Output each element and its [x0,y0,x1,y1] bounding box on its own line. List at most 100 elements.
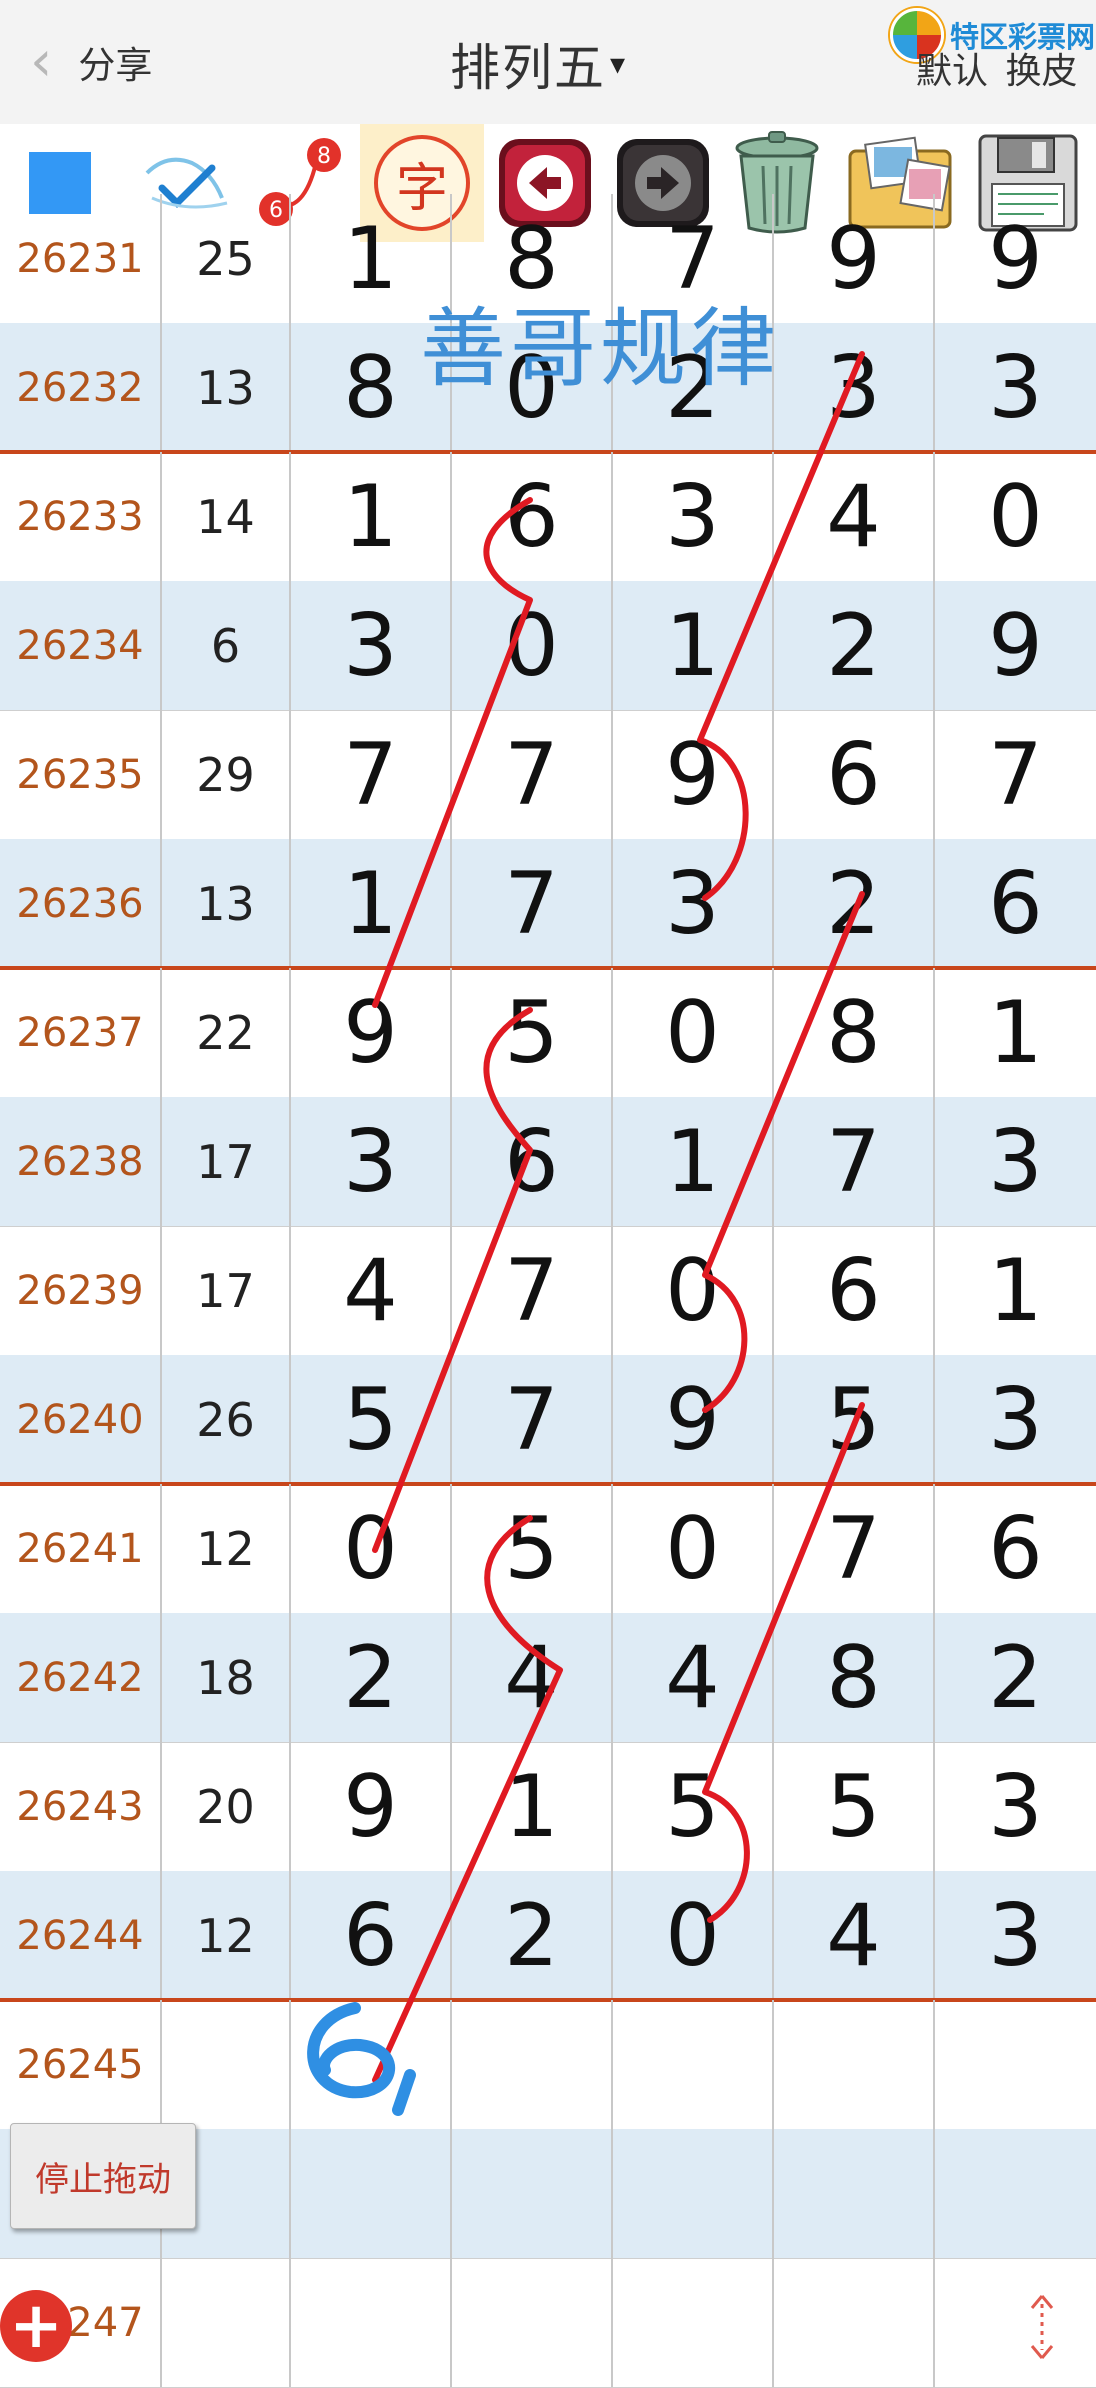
digit-cell[interactable]: 5 [291,1355,452,1484]
digit-cell[interactable]: 6 [935,839,1096,968]
digit-cell[interactable]: 3 [935,1742,1096,1871]
issue-number: 26240 [0,1355,162,1484]
digit-cell[interactable]: 9 [291,968,452,1097]
digit-cell[interactable] [613,2129,774,2258]
digit-cell[interactable]: 6 [774,710,935,839]
digit-cell[interactable]: 5 [452,1484,613,1613]
issue-number: 26237 [0,968,162,1097]
digit-cell[interactable]: 5 [613,1742,774,1871]
digit-cell[interactable]: 1 [935,968,1096,1097]
issue-number: 26241 [0,1484,162,1613]
digit-cell[interactable]: 1 [613,581,774,710]
digit-cell[interactable]: 4 [774,1871,935,2000]
plus-icon: + [9,2289,63,2363]
add-button[interactable]: + [0,2290,72,2362]
digit-cell[interactable]: 7 [452,1355,613,1484]
digit-cell[interactable]: 6 [935,1484,1096,1613]
digit-cell[interactable]: 2 [452,1871,613,2000]
digit-cell[interactable]: 3 [774,323,935,452]
sum-value: 6 [162,581,291,710]
share-back-button[interactable]: ‹ 分享 [30,30,190,94]
digit-cell[interactable]: 4 [613,1613,774,1742]
digit-cell[interactable] [291,2258,452,2387]
share-label: 分享 [78,44,153,87]
digit-cell[interactable]: 5 [774,1355,935,1484]
digit-cell[interactable]: 3 [291,581,452,710]
sum-value: 13 [162,839,291,968]
change-skin-button[interactable]: 换皮 [1005,51,1077,92]
digit-cell[interactable]: 7 [935,710,1096,839]
digit-cell[interactable]: 1 [452,1742,613,1871]
digit-cell[interactable]: 7 [774,1484,935,1613]
digit-cell[interactable]: 6 [452,1097,613,1226]
digit-cell[interactable]: 3 [613,839,774,968]
digit-cell[interactable]: 6 [774,1226,935,1355]
digit-cell[interactable] [935,2129,1096,2258]
table-row: 26243 20 9 1 5 5 3 [0,1742,1096,1871]
digit-cell[interactable] [935,2000,1096,2129]
digit-cell[interactable]: 6 [452,452,613,581]
digit-cell[interactable]: 7 [452,710,613,839]
table-row: 26234 6 3 0 1 2 9 [0,581,1096,710]
digit-cell[interactable]: 6 [291,1871,452,2000]
digit-cell[interactable]: 2 [774,839,935,968]
digit-cell[interactable] [774,2258,935,2387]
digit-cell[interactable]: 1 [291,452,452,581]
digit-cell[interactable]: 5 [774,1742,935,1871]
digit-cell[interactable] [613,2000,774,2129]
digit-cell[interactable]: 4 [291,1226,452,1355]
digit-cell[interactable]: 9 [774,194,935,323]
digit-cell[interactable]: 0 [935,452,1096,581]
digit-cell[interactable]: 1 [935,1226,1096,1355]
default-skin-button[interactable]: 默认 [916,51,988,92]
digit-cell[interactable] [774,2129,935,2258]
digit-cell[interactable]: 3 [613,452,774,581]
digit-cell[interactable]: 7 [291,710,452,839]
digit-cell[interactable]: 9 [291,1742,452,1871]
digit-cell[interactable]: 0 [291,1484,452,1613]
digit-cell[interactable]: 2 [774,581,935,710]
digit-cell[interactable] [774,2000,935,2129]
digit-cell[interactable]: 9 [613,710,774,839]
digit-cell[interactable]: 5 [452,968,613,1097]
digit-cell[interactable]: 8 [774,1613,935,1742]
table-row: 26241 12 0 5 0 7 6 [0,1484,1096,1613]
digit-cell[interactable]: 7 [452,1226,613,1355]
digit-cell[interactable]: 9 [935,194,1096,323]
digit-cell[interactable]: 3 [291,1097,452,1226]
digit-cell[interactable]: 3 [935,1355,1096,1484]
digit-cell[interactable]: 9 [613,1355,774,1484]
digit-cell[interactable]: 3 [935,1871,1096,2000]
lottery-type-selector[interactable]: 排列五 ▾ [450,28,625,100]
digit-cell[interactable] [291,2000,452,2129]
sum-value: 17 [162,1097,291,1226]
stop-drag-button[interactable]: 停止拖动 [10,2123,196,2229]
digit-cell[interactable] [613,2258,774,2387]
digit-cell[interactable]: 3 [935,1097,1096,1226]
digit-cell[interactable] [452,2129,613,2258]
digit-cell[interactable] [452,2258,613,2387]
digit-cell[interactable] [935,2258,1096,2387]
digit-cell[interactable]: 9 [935,581,1096,710]
digit-cell[interactable]: 1 [613,1097,774,1226]
digit-cell[interactable]: 4 [774,452,935,581]
digit-cell[interactable]: 0 [613,1871,774,2000]
drag-handle-icon[interactable] [1018,2292,1066,2362]
digit-cell[interactable]: 8 [774,968,935,1097]
digit-cell[interactable]: 0 [613,1226,774,1355]
issue-number: 26236 [0,839,162,968]
digit-cell[interactable]: 7 [774,1097,935,1226]
digit-cell[interactable]: 1 [291,839,452,968]
table-row: 26239 17 4 7 0 6 1 [0,1226,1096,1355]
digit-cell[interactable]: 4 [452,1613,613,1742]
digit-cell[interactable]: 2 [291,1613,452,1742]
digit-cell[interactable] [291,2129,452,2258]
digit-cell[interactable] [452,2000,613,2129]
digit-cell[interactable]: 2 [935,1613,1096,1742]
digit-cell[interactable]: 0 [613,1484,774,1613]
digit-cell[interactable]: 7 [452,839,613,968]
digit-cell[interactable]: 0 [613,968,774,1097]
digit-cell[interactable]: 3 [935,323,1096,452]
digit-cell[interactable]: 0 [452,581,613,710]
sum-value: 18 [162,1613,291,1742]
